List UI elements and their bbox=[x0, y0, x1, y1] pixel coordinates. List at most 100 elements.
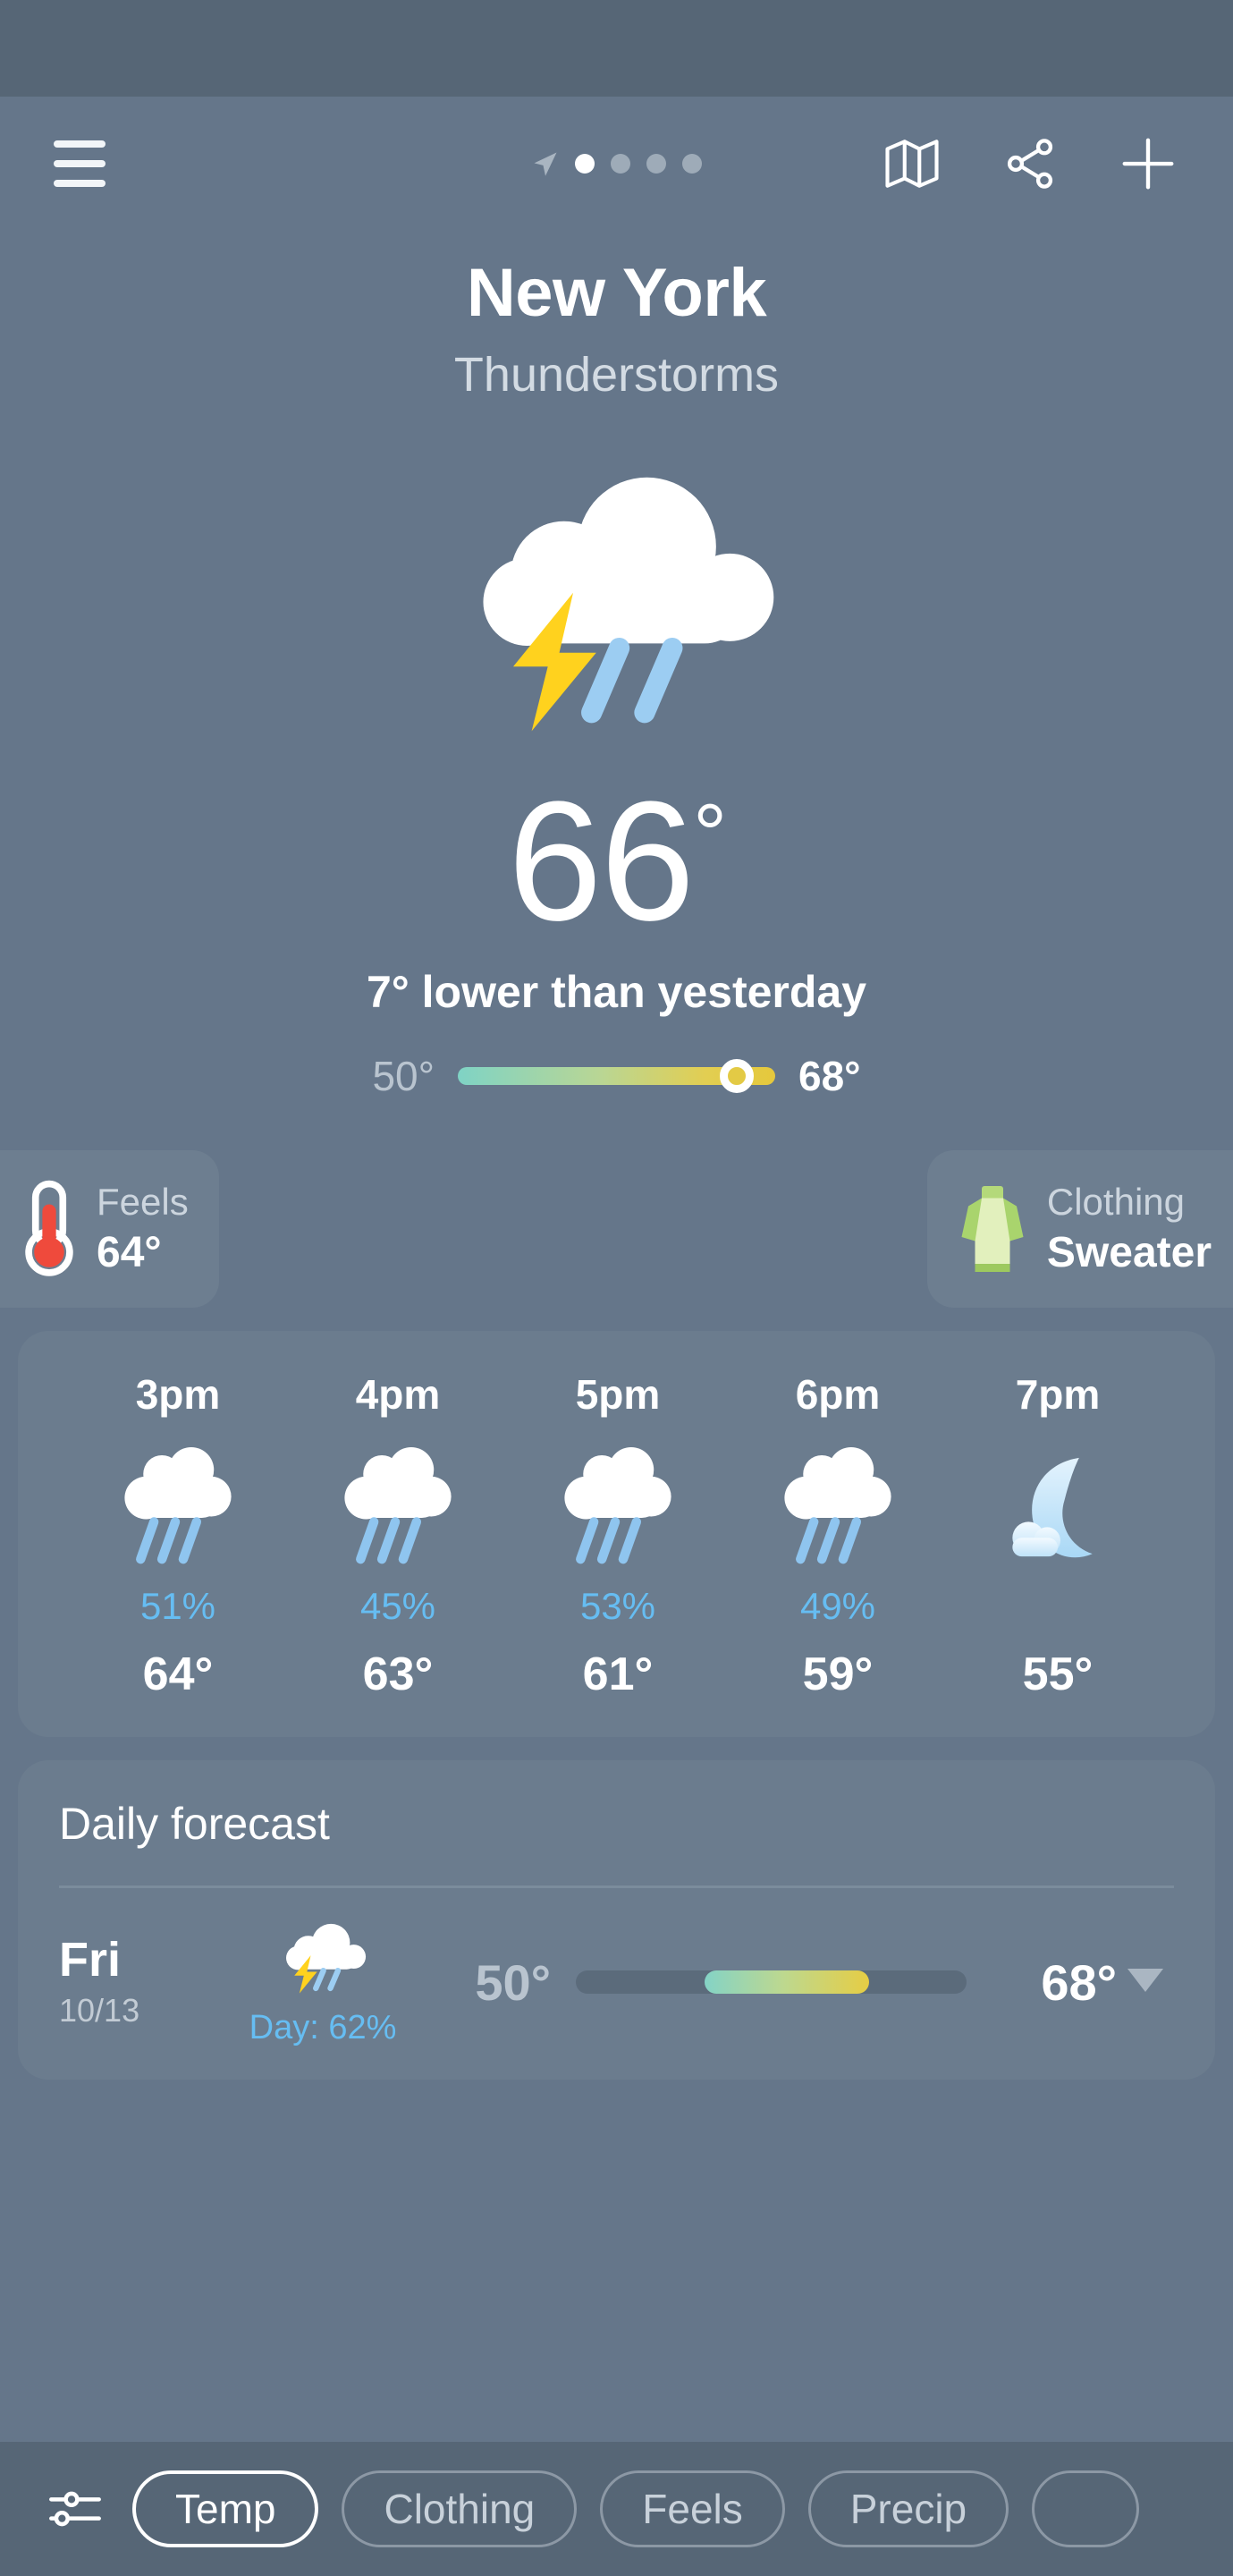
range-high-value: 68° bbox=[798, 1053, 861, 1099]
clothing-label: Clothing bbox=[1046, 1181, 1185, 1224]
daily-forecast-card: Daily forecast Fri 10/13 Day: 62% 50° 68… bbox=[18, 1760, 1215, 2080]
filter-pill-temp[interactable]: Temp bbox=[132, 2470, 319, 2547]
temperature-range: 50° 68° bbox=[0, 1052, 1233, 1100]
status-bar bbox=[0, 0, 1233, 97]
temperature-value: 66 bbox=[507, 767, 695, 956]
hamburger-line bbox=[54, 160, 106, 167]
hamburger-line bbox=[54, 180, 106, 187]
current-temperature: 66° bbox=[0, 776, 1233, 946]
table-row[interactable]: Fri 10/13 Day: 62% 50° 68° bbox=[18, 1888, 1215, 2080]
chevron-down-icon[interactable] bbox=[1117, 1968, 1174, 1996]
moon-cloud-icon bbox=[1012, 1457, 1093, 1558]
filter-pill-track: Temp Clothing Feels Precip bbox=[132, 2470, 1140, 2547]
page-dot-3[interactable] bbox=[646, 154, 666, 174]
daily-row-range-fill bbox=[705, 1970, 869, 1994]
daily-row-day: Fri 10/13 bbox=[59, 1932, 229, 2030]
hourly-column[interactable]: 6pm 49% 59° bbox=[728, 1370, 948, 1701]
hamburger-menu-icon[interactable] bbox=[54, 140, 106, 187]
clothing-card[interactable]: Clothing Sweater bbox=[926, 1150, 1233, 1308]
hourly-temperature: 59° bbox=[802, 1648, 874, 1700]
hourly-precipitation bbox=[948, 1585, 1168, 1630]
daily-row-date: 10/13 bbox=[59, 1992, 140, 2029]
hourly-time: 4pm bbox=[355, 1371, 441, 1418]
hourly-column[interactable]: 8pm 55° bbox=[1168, 1370, 1215, 1701]
rain-cloud-icon bbox=[564, 1447, 671, 1564]
rain-cloud-icon bbox=[344, 1447, 452, 1564]
hourly-icon bbox=[68, 1445, 288, 1580]
daily-row-dow: Fri bbox=[59, 1932, 122, 1987]
sliders-icon[interactable] bbox=[41, 2475, 109, 2543]
hourly-precipitation: 49% bbox=[799, 1585, 876, 1627]
clothing-text: Clothing Sweater bbox=[1047, 1181, 1212, 1276]
hourly-icon bbox=[948, 1445, 1168, 1580]
map-icon[interactable] bbox=[881, 132, 943, 195]
hourly-temperature: 61° bbox=[582, 1648, 654, 1700]
hourly-column[interactable]: 7pm 55° bbox=[948, 1370, 1168, 1701]
sweater-icon bbox=[961, 1186, 1024, 1272]
hourly-scroll-track[interactable]: 3pm 51% 64° 4pm 45% 63° 5pm 53% 61° 6pm 49% 59° 7pm 5… bbox=[18, 1370, 1215, 1701]
peek-cards-row: Feels 64° Clothing Sweater bbox=[0, 1150, 1233, 1308]
daily-row-range-bar bbox=[576, 1970, 967, 1994]
hourly-time: 6pm bbox=[795, 1371, 881, 1418]
thunderstorm-icon bbox=[286, 1923, 367, 1994]
page-indicator bbox=[532, 148, 702, 179]
temperature-range-bar[interactable] bbox=[458, 1059, 775, 1093]
clothing-value: Sweater bbox=[1046, 1228, 1212, 1276]
rain-cloud-icon bbox=[784, 1447, 891, 1564]
hourly-precipitation: 53% bbox=[579, 1585, 656, 1627]
app-bar-actions bbox=[881, 132, 1179, 195]
bottom-filter-bar: Temp Clothing Feels Precip bbox=[0, 2442, 1233, 2576]
hourly-column[interactable]: 5pm 53% 61° bbox=[508, 1370, 728, 1701]
degree-symbol: ° bbox=[693, 787, 727, 882]
hourly-precipitation: 51% bbox=[139, 1585, 216, 1627]
daily-row-icon-group: Day: 62% bbox=[229, 1917, 417, 2047]
hourly-icon bbox=[728, 1445, 948, 1580]
hourly-column[interactable]: 3pm 51% 64° bbox=[68, 1370, 288, 1701]
hourly-time: 8pm bbox=[1168, 1370, 1215, 1419]
temperature-range-marker bbox=[720, 1059, 755, 1093]
hourly-temperature: 64° bbox=[142, 1648, 214, 1700]
hourly-icon bbox=[508, 1445, 728, 1580]
plus-icon[interactable] bbox=[1117, 132, 1179, 195]
hourly-temperature: 55° bbox=[1022, 1648, 1094, 1700]
daily-row-high: 68° bbox=[1041, 1953, 1117, 2011]
hourly-time: 3pm bbox=[135, 1371, 221, 1418]
filter-pill-clothing[interactable]: Clothing bbox=[342, 2470, 578, 2547]
weather-app-screen: New York Thunderstorms 66° 7° lower than… bbox=[0, 0, 1233, 2576]
feels-value: 64° bbox=[97, 1228, 162, 1276]
condition-label: Thunderstorms bbox=[453, 348, 780, 402]
hourly-time: 5pm bbox=[575, 1371, 661, 1418]
page-dot-2[interactable] bbox=[610, 154, 630, 174]
thunderstorm-icon bbox=[482, 477, 773, 732]
feels-label: Feels bbox=[97, 1181, 189, 1224]
moon-cloud-icon bbox=[1211, 1447, 1215, 1578]
range-low-value: 50° bbox=[372, 1053, 435, 1099]
hourly-temperature: 63° bbox=[362, 1648, 434, 1700]
location-arrow-icon bbox=[534, 152, 556, 176]
feels-text: Feels 64° bbox=[97, 1181, 189, 1276]
hourly-precipitation: 45% bbox=[359, 1585, 436, 1627]
feels-card[interactable]: Feels 64° bbox=[0, 1150, 219, 1308]
daily-row-pop: Day: 62% bbox=[249, 2009, 397, 2046]
hourly-temperature: 55° bbox=[1168, 1648, 1215, 1701]
filter-pill-feels[interactable]: Feels bbox=[600, 2470, 785, 2547]
hourly-column[interactable]: 4pm 45% 63° bbox=[288, 1370, 508, 1701]
daily-forecast-title: Daily forecast bbox=[59, 1799, 330, 1849]
current-conditions: New York Thunderstorms 66° 7° lower than… bbox=[0, 231, 1233, 1100]
hourly-icon bbox=[1168, 1445, 1215, 1580]
daily-row-low: 50° bbox=[475, 1953, 551, 2011]
hourly-time: 7pm bbox=[1015, 1371, 1101, 1418]
page-title: New York bbox=[466, 255, 767, 331]
hourly-forecast-card[interactable]: 3pm 51% 64° 4pm 45% 63° 5pm 53% 61° 6pm 49% 59° 7pm 5… bbox=[18, 1331, 1215, 1737]
rain-cloud-icon bbox=[124, 1447, 232, 1564]
thermometer-icon bbox=[25, 1180, 73, 1276]
hourly-icon bbox=[288, 1445, 508, 1580]
filter-pill-more[interactable] bbox=[1032, 2470, 1140, 2547]
filter-pill-precip[interactable]: Precip bbox=[807, 2470, 1009, 2547]
page-dot-4[interactable] bbox=[681, 154, 702, 174]
hamburger-line bbox=[54, 140, 106, 148]
share-icon[interactable] bbox=[999, 132, 1061, 195]
hourly-precipitation bbox=[1168, 1585, 1215, 1630]
page-dot-1[interactable] bbox=[574, 154, 595, 174]
app-bar bbox=[0, 97, 1233, 231]
